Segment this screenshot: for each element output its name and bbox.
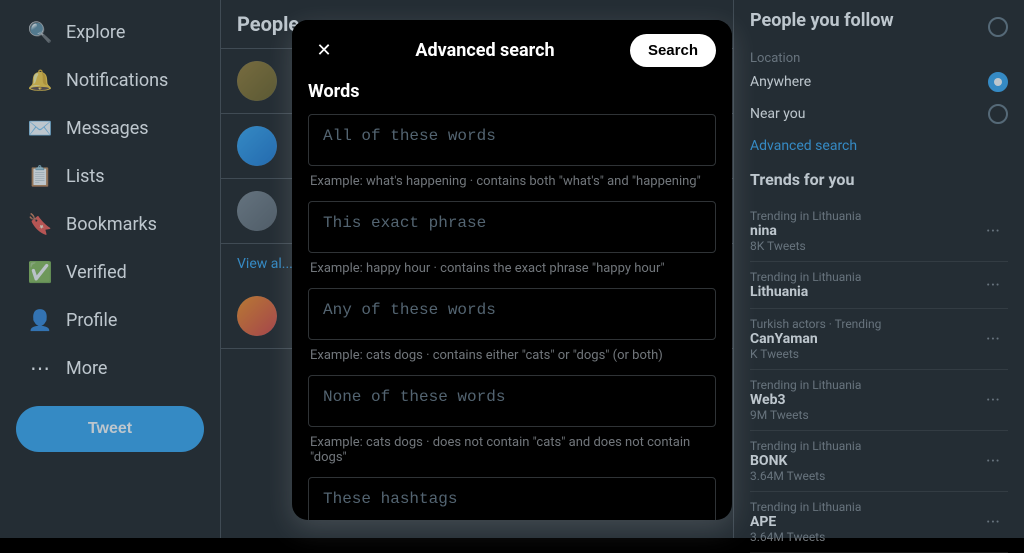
field-input-3[interactable] <box>308 375 716 427</box>
fields-container: Example: what's happening · contains bot… <box>308 114 716 520</box>
search-button[interactable]: Search <box>630 34 716 67</box>
field-group-1: Example: happy hour · contains the exact… <box>308 201 716 276</box>
close-button[interactable]: ✕ <box>308 35 340 67</box>
field-input-4[interactable] <box>308 477 716 520</box>
field-input-2[interactable] <box>308 288 716 340</box>
field-group-3: Example: cats dogs · does not contain "c… <box>308 375 716 465</box>
modal-title: Advanced search <box>340 40 630 61</box>
advanced-search-modal: ✕ Advanced search Search Words Example: … <box>292 20 732 520</box>
app-layout: 🔍 Explore 🔔 Notifications ✉️ Messages 📋 … <box>0 0 1024 538</box>
field-group-4: Example: #ThrowbackThursday · contains t… <box>308 477 716 520</box>
words-section-heading: Words <box>308 81 716 102</box>
modal-overlay[interactable]: ✕ Advanced search Search Words Example: … <box>0 0 1024 538</box>
field-hint-1: Example: happy hour · contains the exact… <box>308 261 716 276</box>
field-hint-2: Example: cats dogs · contains either "ca… <box>308 348 716 363</box>
modal-header: ✕ Advanced search Search <box>292 20 732 81</box>
field-hint-3: Example: cats dogs · does not contain "c… <box>308 435 716 465</box>
field-input-0[interactable] <box>308 114 716 166</box>
field-group-0: Example: what's happening · contains bot… <box>308 114 716 189</box>
field-group-2: Example: cats dogs · contains either "ca… <box>308 288 716 363</box>
field-input-1[interactable] <box>308 201 716 253</box>
field-hint-0: Example: what's happening · contains bot… <box>308 174 716 189</box>
modal-body: Words Example: what's happening · contai… <box>292 81 732 520</box>
